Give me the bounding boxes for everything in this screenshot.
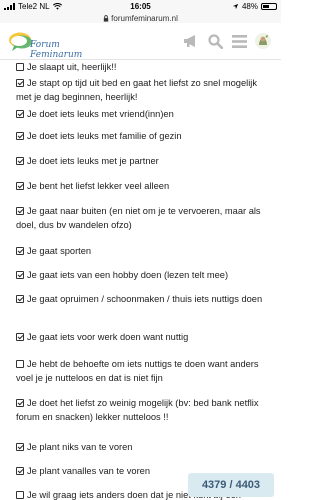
checklist-item: Je bent het liefst lekker veel alleen bbox=[0, 179, 281, 193]
checklist-item: Je doet iets leuks met je partner bbox=[0, 154, 281, 168]
checklist-item-text: Je plant niks van te voren bbox=[27, 442, 133, 452]
address-bar[interactable]: forumfeminarum.nl bbox=[0, 13, 281, 23]
checkbox-checked[interactable] bbox=[16, 79, 24, 87]
site-logo[interactable]: Forum Feminarum bbox=[8, 31, 98, 60]
checkbox-unchecked[interactable] bbox=[16, 360, 24, 368]
checkbox-checked[interactable] bbox=[16, 271, 24, 279]
megaphone-icon[interactable] bbox=[183, 33, 199, 49]
menu-icon[interactable] bbox=[231, 33, 247, 49]
checklist-item: Je doet iets leuks met familie of gezin bbox=[0, 129, 281, 143]
logo-text: Forum Feminarum bbox=[30, 40, 83, 60]
checklist-item: Je doet iets leuks met vriend(inn)en bbox=[0, 107, 281, 121]
checklist-item: Je plant niks van te voren bbox=[0, 440, 281, 454]
checkbox-checked[interactable] bbox=[16, 110, 24, 118]
checklist-item-text: Je plant vanalles van te voren bbox=[27, 466, 151, 476]
checklist-item: Je gaat iets van een hobby doen (lezen t… bbox=[0, 268, 281, 282]
checklist-item-text: Je bent het liefst lekker veel alleen bbox=[27, 181, 170, 191]
checkbox-checked[interactable] bbox=[16, 157, 24, 165]
post-content: Je slaapt uit, heerlijk!! Je stapt op tij… bbox=[0, 60, 281, 500]
checklist-item-text: Je hebt de behoefte om iets nuttigs te d… bbox=[16, 359, 259, 383]
battery-percent: 48% bbox=[241, 2, 258, 11]
checkbox-checked[interactable] bbox=[16, 467, 24, 475]
checklist-item-text: Je doet iets leuks met vriend(inn)en bbox=[27, 109, 174, 119]
checklist-item: Je gaat naar buiten (en niet om je te ve… bbox=[0, 204, 281, 232]
checkbox-checked[interactable] bbox=[16, 207, 24, 215]
site-header: Forum Feminarum bbox=[0, 23, 281, 60]
checklist-item-text: Je gaat sporten bbox=[27, 246, 92, 256]
checklist-item-text: Je doet het liefst zo weinig mogelijk (b… bbox=[16, 398, 259, 422]
checklist-item-text: Je gaat opruimen / schoonmaken / thuis i… bbox=[27, 294, 263, 304]
checkbox-checked[interactable] bbox=[16, 132, 24, 140]
checklist-item-text: Je slaapt uit, heerlijk!! bbox=[27, 62, 117, 72]
checklist-item: Je stapt op tijd uit bed en gaat het lie… bbox=[0, 76, 281, 104]
checkbox-checked[interactable] bbox=[16, 443, 24, 451]
checklist-item: Je hebt de behoefte om iets nuttigs te d… bbox=[0, 357, 281, 385]
checklist-item: Je gaat iets voor werk doen want nuttig bbox=[0, 330, 281, 344]
checkbox-checked[interactable] bbox=[16, 182, 24, 190]
checkbox-unchecked[interactable] bbox=[16, 63, 24, 71]
checklist-item-text: Je doet iets leuks met je partner bbox=[27, 156, 159, 166]
checklist-item-text: Je gaat iets voor werk doen want nuttig bbox=[27, 332, 189, 342]
avatar-icon[interactable] bbox=[255, 33, 271, 49]
checkbox-checked[interactable] bbox=[16, 333, 24, 341]
checkbox-checked[interactable] bbox=[16, 399, 24, 407]
search-icon[interactable] bbox=[207, 33, 223, 49]
checkbox-checked[interactable] bbox=[16, 295, 24, 303]
checklist-item-text: Je stapt op tijd uit bed en gaat het lie… bbox=[16, 78, 257, 102]
url-text: forumfeminarum.nl bbox=[111, 13, 178, 23]
status-right: 48% bbox=[232, 2, 277, 11]
checklist-item-text: Je gaat naar buiten (en niet om je te ve… bbox=[16, 206, 261, 230]
checklist-item: Je doet het liefst zo weinig mogelijk (b… bbox=[0, 396, 281, 424]
status-bar: Tele2 NL 16:05 48% bbox=[0, 0, 281, 13]
checklist-item: Je gaat opruimen / schoonmaken / thuis i… bbox=[0, 292, 281, 306]
checklist-item: Je gaat sporten bbox=[0, 244, 281, 258]
lock-icon bbox=[103, 14, 109, 22]
header-actions bbox=[183, 33, 271, 49]
checkbox-checked[interactable] bbox=[16, 247, 24, 255]
location-icon bbox=[232, 3, 239, 10]
post-counter[interactable]: 4379 / 4403 bbox=[188, 473, 274, 497]
checklist-item-text: Je gaat iets van een hobby doen (lezen t… bbox=[27, 270, 229, 280]
checkbox-unchecked[interactable] bbox=[16, 491, 24, 499]
checklist-item-text: Je doet iets leuks met familie of gezin bbox=[27, 131, 182, 141]
battery-icon bbox=[261, 3, 277, 10]
checklist-item: Je slaapt uit, heerlijk!! bbox=[0, 60, 281, 74]
